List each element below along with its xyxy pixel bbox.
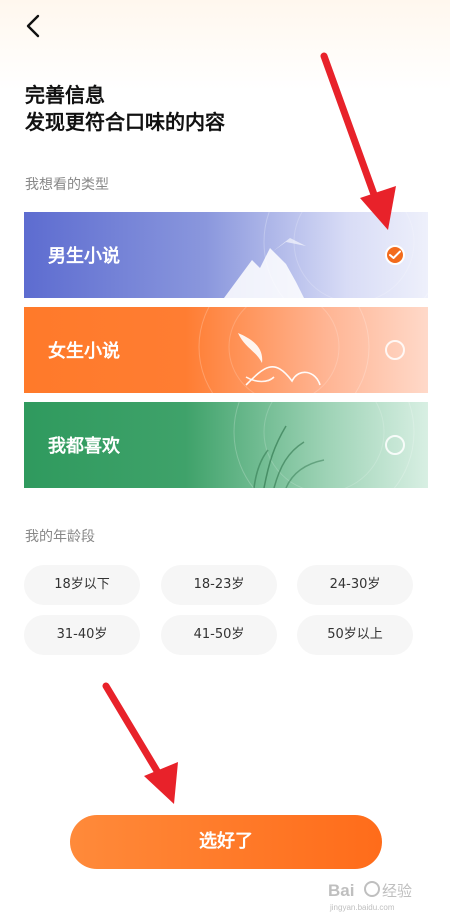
age-section-label: 我的年龄段 [25, 529, 95, 545]
title-line-1: 完善信息 [25, 83, 105, 107]
age-option[interactable]: 41-50岁 [161, 615, 277, 655]
age-option[interactable]: 18岁以下 [24, 565, 140, 605]
svg-text:Bai: Bai [328, 881, 354, 900]
title-line-2: 发现更符合口味的内容 [25, 110, 225, 134]
svg-text:jingyan.baidu.com: jingyan.baidu.com [329, 903, 395, 912]
genre-card-both[interactable]: 我都喜欢 [24, 402, 428, 488]
genre-card-male[interactable]: 男生小说 [24, 212, 428, 298]
checkbox-unchecked-icon[interactable] [385, 340, 405, 360]
annotation-arrow-icon [102, 682, 178, 804]
genre-label: 我都喜欢 [48, 436, 120, 457]
chevron-left-icon [26, 14, 40, 38]
genre-section-label: 我想看的类型 [25, 177, 109, 193]
baidu-logo-icon: Bai 经验 jingyan.baidu.com [328, 881, 412, 912]
checkmark-icon [389, 250, 401, 259]
age-option[interactable]: 18-23岁 [161, 565, 277, 605]
genre-label: 男生小说 [48, 246, 120, 267]
confirm-button[interactable]: 选好了 [70, 815, 382, 869]
checkbox-unchecked-icon[interactable] [385, 435, 405, 455]
genre-card-female[interactable]: 女生小说 [24, 307, 428, 393]
age-option[interactable]: 31-40岁 [24, 615, 140, 655]
back-button[interactable] [20, 12, 50, 42]
svg-text:经验: 经验 [382, 882, 412, 900]
checkbox-checked-icon[interactable] [385, 245, 405, 265]
page-title: 完善信息 发现更符合口味的内容 [25, 82, 225, 136]
age-option[interactable]: 50岁以上 [297, 615, 413, 655]
genre-label: 女生小说 [48, 341, 120, 362]
preference-page: 完善信息 发现更符合口味的内容 我想看的类型 男生小说 女生小说 我都喜欢 我的… [0, 0, 450, 920]
baidu-watermark: Bai 经验 jingyan.baidu.com [326, 874, 436, 914]
age-option[interactable]: 24-30岁 [297, 565, 413, 605]
